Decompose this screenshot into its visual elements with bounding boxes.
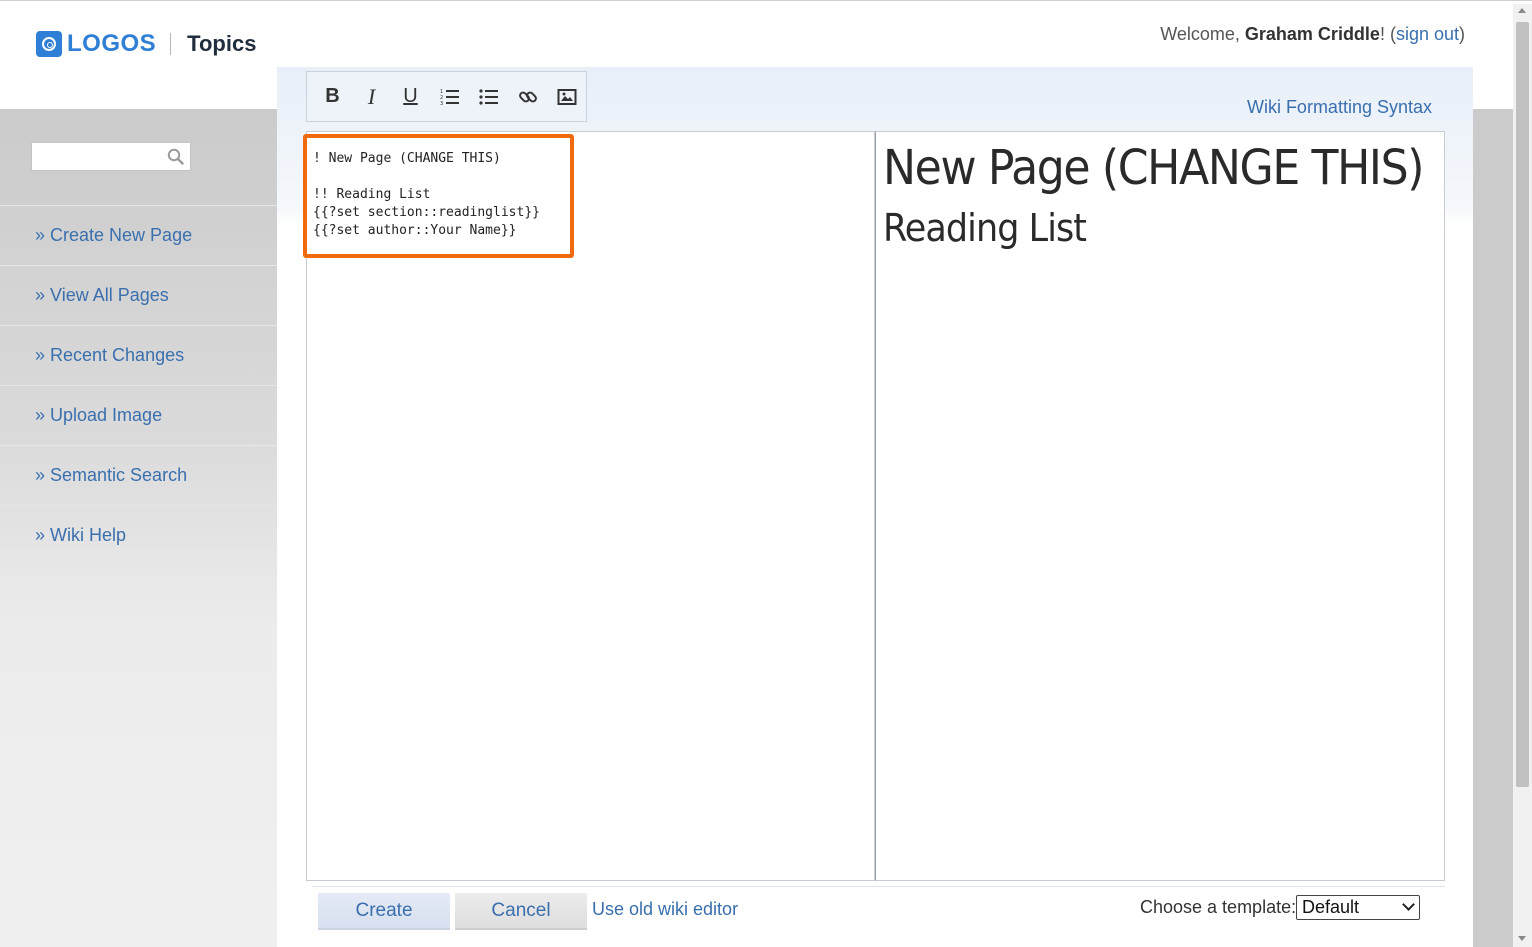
chevron-down-icon (1402, 898, 1415, 911)
scroll-down-arrow-icon[interactable] (1518, 936, 1526, 941)
vertical-scrollbar[interactable] (1513, 4, 1532, 947)
sidebar-item-view-all-pages[interactable]: » View All Pages (0, 265, 277, 325)
search-icon[interactable] (167, 148, 184, 165)
welcome-mid: ! ( (1379, 24, 1396, 44)
image-icon[interactable] (547, 77, 586, 117)
cancel-button[interactable]: Cancel (455, 893, 587, 930)
right-margin (1473, 109, 1513, 947)
sidebar-item-recent-changes[interactable]: » Recent Changes (0, 325, 277, 385)
preview-heading-1: New Page (CHANGE THIS) (883, 140, 1424, 196)
welcome-message: Welcome, Graham Criddle! (sign out) (1160, 24, 1465, 45)
footer-divider (312, 886, 1445, 887)
bold-icon[interactable]: B (313, 77, 352, 117)
sidebar-item-upload-image[interactable]: » Upload Image (0, 385, 277, 445)
template-select[interactable]: Default (1296, 895, 1420, 920)
italic-icon[interactable]: I (352, 77, 391, 117)
sidebar-nav: » Create New Page » View All Pages » Rec… (0, 205, 277, 565)
use-old-wiki-editor-link[interactable]: Use old wiki editor (592, 899, 738, 920)
sign-out-link[interactable]: sign out (1396, 24, 1459, 44)
scroll-up-arrow-icon[interactable] (1518, 8, 1526, 13)
editor-content: ! New Page (CHANGE THIS) !! Reading List {… (313, 150, 540, 240)
scrollbar-thumb[interactable] (1516, 22, 1529, 787)
user-name: Graham Criddle (1244, 24, 1380, 44)
underline-icon[interactable]: U (391, 77, 430, 117)
sidebar-item-semantic-search[interactable]: » Semantic Search (0, 445, 277, 505)
editor-line: ! New Page (CHANGE THIS) (313, 151, 501, 166)
formatting-toolbar: B I U 1 2 3 (306, 71, 587, 122)
sidebar: » Create New Page » View All Pages » Rec… (0, 109, 277, 947)
preview-pane: New Page (CHANGE THIS) Reading List (875, 131, 1445, 881)
sidebar-item-create-new-page[interactable]: » Create New Page (0, 205, 277, 265)
create-button[interactable]: Create (318, 893, 450, 930)
search-input[interactable] (31, 142, 191, 171)
logo-divider (170, 33, 172, 55)
svg-text:3: 3 (440, 101, 443, 106)
bullet-list-icon[interactable] (469, 77, 508, 117)
template-selected-value: Default (1302, 897, 1360, 917)
logo-text: LOGOS (67, 30, 157, 57)
sidebar-item-wiki-help[interactable]: » Wiki Help (0, 505, 277, 565)
welcome-suffix: ) (1459, 24, 1465, 44)
welcome-prefix: Welcome, (1160, 24, 1245, 44)
editor-line: {{?set section::readinglist}} (313, 205, 540, 220)
ordered-list-icon[interactable]: 1 2 3 (430, 77, 469, 117)
editor-line: !! Reading List (313, 187, 431, 202)
logos-topics-logo[interactable]: LOGOS Topics (36, 30, 256, 58)
editor-line: {{?set author::Your Name}} (313, 223, 517, 238)
logos-logo-icon (36, 31, 62, 57)
template-label: Choose a template: (1140, 897, 1297, 917)
wiki-source-textarea[interactable]: ! New Page (CHANGE THIS) !! Reading List {… (306, 131, 875, 881)
logo-product-name: Topics (187, 31, 257, 56)
link-icon[interactable] (508, 77, 547, 117)
window-top-border (0, 0, 1532, 4)
wiki-formatting-syntax-link[interactable]: Wiki Formatting Syntax (1247, 97, 1432, 118)
preview-heading-2: Reading List (883, 206, 1087, 250)
